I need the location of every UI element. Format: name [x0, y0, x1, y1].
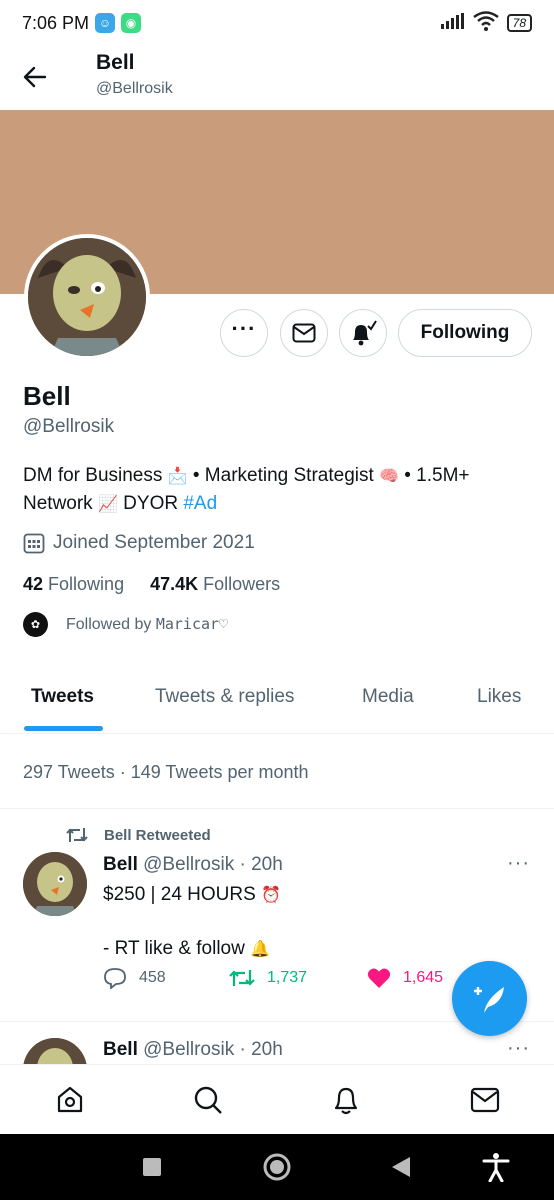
tweet-header: Bell @Bellrosik · 20h	[103, 1039, 283, 1061]
retweeted-indicator: Bell Retweeted	[66, 826, 211, 844]
retweet-icon	[66, 828, 88, 842]
compose-tweet-button[interactable]	[452, 961, 527, 1036]
status-bar: 7:06 PM ☺ ◉ 78	[0, 0, 554, 46]
tab-tweets-replies[interactable]: Tweets & replies	[155, 686, 294, 708]
brain-emoji-icon: 🧠	[379, 468, 399, 485]
status-time: 7:06 PM	[22, 12, 90, 33]
reply-action[interactable]: 458	[103, 967, 166, 989]
bio-hashtag-link[interactable]: #Ad	[183, 493, 217, 514]
following-label: Following	[48, 574, 125, 594]
tweet-text-line2: - RT like & follow 🔔	[103, 935, 270, 963]
more-dots-icon: ···	[231, 316, 257, 341]
compose-feather-icon	[473, 986, 504, 1013]
bio-sep1: •	[187, 465, 205, 486]
reply-icon	[104, 968, 126, 989]
profile-bio: DM for Business 📩 • Marketing Strategist…	[23, 462, 533, 518]
profile-name: Bell	[23, 381, 71, 411]
followed-by-row[interactable]: ✿ Followed by Maricar♡	[23, 612, 228, 637]
header-handle: @Bellrosik	[96, 80, 173, 97]
like-action[interactable]: 1,645	[367, 967, 443, 989]
incoming-envelope-emoji-icon: 📩	[167, 468, 188, 485]
header-name: Bell	[96, 51, 135, 74]
alarm-clock-emoji-icon: ⏰	[261, 887, 281, 904]
battery-icon: 78	[506, 14, 532, 32]
followed-by-name: Maricar♡	[155, 615, 229, 633]
followers-count: 47.4K	[150, 574, 199, 594]
active-tab-indicator	[24, 726, 103, 731]
bell-check-icon	[353, 320, 377, 346]
followers-stat[interactable]: 47.4K Followers	[150, 574, 280, 595]
recents-square-icon[interactable]	[137, 1152, 167, 1182]
baby-face-app-icon: ☺	[95, 13, 116, 33]
messages-envelope-icon[interactable]	[467, 1082, 503, 1118]
divider	[0, 808, 554, 809]
tab-tweets[interactable]: Tweets	[31, 686, 94, 708]
retweet-action[interactable]: 1,737	[229, 968, 307, 988]
following-stat[interactable]: 42 Following	[23, 574, 124, 595]
tweet-header: Bell @Bellrosik · 20h	[103, 854, 283, 876]
tweet-text-line1: $250 | 24 HOURS ⏰	[103, 881, 281, 909]
notifications-button[interactable]	[339, 309, 387, 357]
envelope-icon	[292, 323, 316, 343]
calendar-icon	[23, 533, 45, 554]
joined-date: Joined September 2021	[23, 532, 255, 554]
more-options-button[interactable]: ···	[220, 309, 268, 357]
wifi-icon	[472, 10, 499, 36]
reply-count: 458	[139, 969, 166, 986]
search-icon[interactable]	[190, 1082, 226, 1118]
tweet-count: 297 Tweets · 149 Tweets per month	[23, 762, 309, 782]
notifications-bell-icon[interactable]	[328, 1082, 364, 1118]
chart-increasing-emoji-icon: 📈	[97, 496, 118, 513]
tweet-more-icon[interactable]: ···	[507, 1037, 530, 1060]
system-navigation-bar	[0, 1134, 554, 1200]
joined-text: Joined September 2021	[53, 532, 255, 553]
heart-icon	[367, 968, 391, 988]
retweeted-label: Bell Retweeted	[104, 826, 211, 844]
profile-avatar[interactable]	[24, 234, 150, 360]
tweet-more-icon[interactable]: ···	[507, 852, 530, 875]
like-count: 1,645	[403, 969, 444, 986]
following-button[interactable]: Following	[398, 309, 532, 357]
bio-line2b: DYOR	[117, 493, 184, 514]
tweet-line2: - RT like & follow	[103, 938, 245, 959]
tweet-line1: $250 | 24 HOURS	[103, 884, 256, 905]
tweet-meta: @Bellrosik · 20h	[137, 854, 283, 875]
retweet-green-icon	[229, 970, 255, 986]
tweet-avatar[interactable]	[23, 852, 87, 916]
follower-avatar: ✿	[23, 612, 48, 637]
profile-stats: 42 Following 47.4K Followers	[23, 574, 280, 595]
message-button[interactable]	[280, 309, 328, 357]
tweet-author-name[interactable]: Bell	[103, 1039, 138, 1060]
following-count: 42	[23, 574, 44, 594]
bio-part1: DM for Business	[23, 465, 163, 486]
signal-icon	[440, 12, 465, 34]
profile-top-bar: Bell @Bellrosik	[0, 46, 554, 110]
retweet-count: 1,737	[267, 969, 308, 986]
accessibility-icon[interactable]	[481, 1152, 511, 1182]
tweet-meta: @Bellrosik · 20h	[137, 1039, 283, 1060]
bottom-navigation	[0, 1064, 554, 1134]
android-app-icon: ◉	[121, 13, 142, 33]
tab-likes[interactable]: Likes	[477, 686, 521, 708]
bio-line2a: Network	[23, 493, 93, 514]
bio-part2: Marketing Strategist	[204, 465, 374, 486]
followers-label: Followers	[203, 574, 281, 594]
bio-sep2: • 1.5M+	[398, 465, 470, 486]
followed-by-prefix: Followed by	[66, 616, 152, 633]
back-arrow-icon[interactable]	[18, 60, 52, 94]
back-triangle-icon[interactable]	[386, 1152, 416, 1182]
home-circle-icon[interactable]	[262, 1152, 292, 1182]
profile-tabs: Tweets Tweets & replies Media Likes	[0, 664, 554, 734]
profile-handle: @Bellrosik	[23, 416, 115, 437]
home-icon[interactable]	[52, 1082, 88, 1118]
tab-media[interactable]: Media	[362, 686, 414, 708]
tweet-author-name[interactable]: Bell	[103, 854, 138, 875]
bell-emoji-icon: 🔔	[250, 941, 271, 958]
